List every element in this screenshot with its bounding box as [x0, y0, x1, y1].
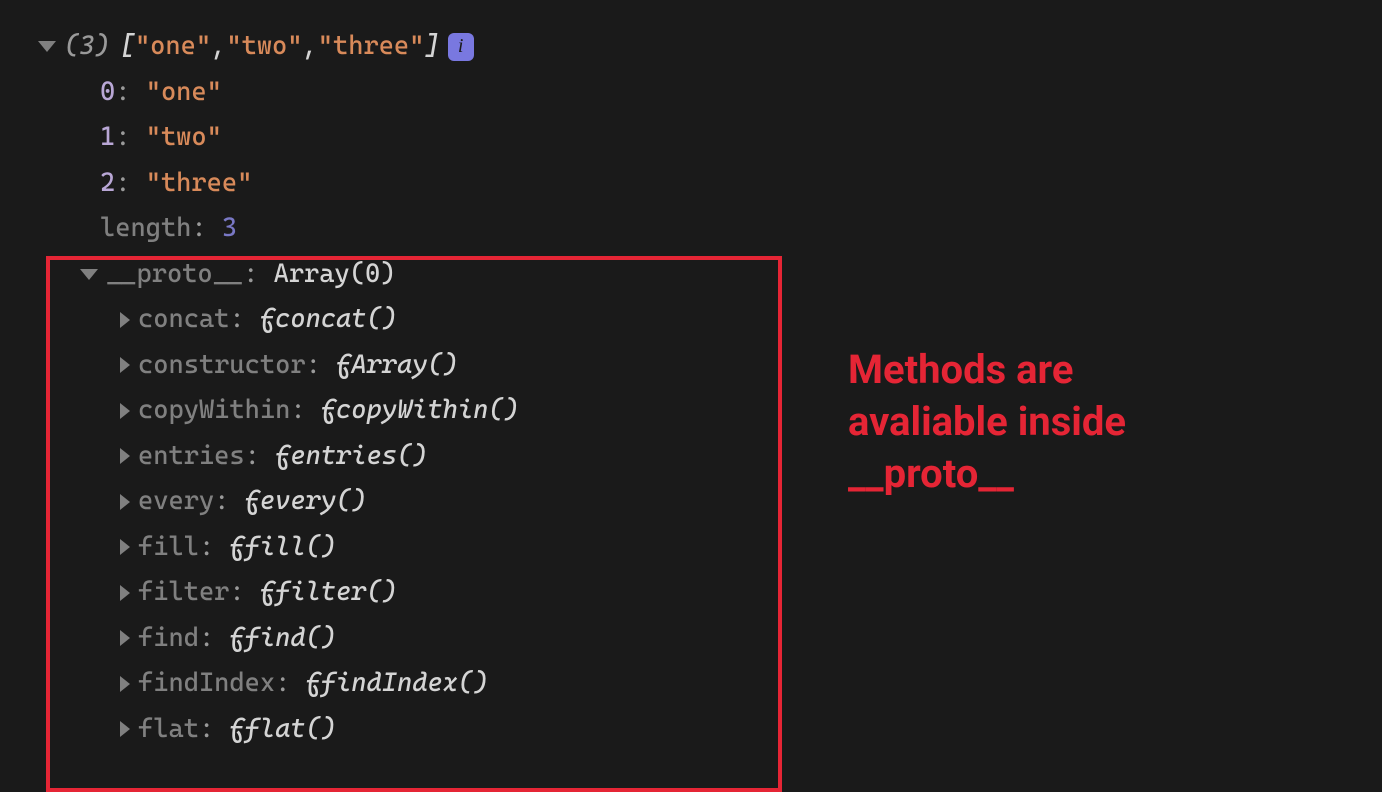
colon: : [275, 661, 305, 707]
function-icon: ƒ [336, 343, 351, 389]
info-icon[interactable]: i [448, 33, 474, 61]
array-entry-1[interactable]: 1 : "two" [0, 115, 1382, 161]
proto-method-every[interactable]: every: ƒ every() [0, 479, 1382, 525]
annotation-line-1: Methods are [848, 344, 1126, 396]
colon: : [306, 343, 336, 389]
function-icon: ƒ [229, 707, 244, 753]
chevron-right-icon[interactable] [120, 494, 130, 510]
annotation-text: Methods are avaliable inside __proto__ [848, 344, 1126, 500]
method-fn: fill() [245, 525, 336, 571]
proto-method-copyWithin[interactable]: copyWithin: ƒ copyWithin() [0, 388, 1382, 434]
method-name: concat [138, 297, 229, 343]
function-icon: ƒ [260, 570, 275, 616]
chevron-right-icon[interactable] [120, 312, 130, 328]
function-icon: ƒ [275, 434, 290, 480]
method-fn: filter() [275, 570, 397, 616]
length-label: length [100, 206, 191, 252]
method-fn: every() [260, 479, 367, 525]
method-name: every [138, 479, 214, 525]
info-glyph: i [458, 29, 464, 64]
proto-method-concat[interactable]: concat: ƒ concat() [0, 297, 1382, 343]
chevron-right-icon[interactable] [120, 721, 130, 737]
chevron-right-icon[interactable] [120, 676, 130, 692]
method-name: flat [138, 707, 199, 753]
entry-value: "three" [146, 161, 253, 207]
colon: : [229, 297, 259, 343]
proto-method-entries[interactable]: entries: ƒ entries() [0, 434, 1382, 480]
proto-method-filter[interactable]: filter: ƒ filter() [0, 570, 1382, 616]
chevron-down-icon[interactable] [38, 41, 56, 52]
chevron-right-icon[interactable] [120, 630, 130, 646]
function-icon: ƒ [306, 661, 321, 707]
annotation-line-3: __proto__ [848, 448, 1126, 500]
array-entry-2[interactable]: 2 : "three" [0, 161, 1382, 207]
chevron-right-icon[interactable] [120, 539, 130, 555]
function-icon: ƒ [260, 297, 275, 343]
entry-index: 1 [100, 115, 115, 161]
method-fn: entries() [290, 434, 427, 480]
method-fn: concat() [275, 297, 397, 343]
entry-value: "two" [146, 115, 222, 161]
method-name: fill [138, 525, 199, 571]
function-icon: ƒ [229, 525, 244, 571]
summary-item-0: "one" [135, 24, 211, 70]
proto-method-fill[interactable]: fill: ƒ fill() [0, 525, 1382, 571]
length-value: 3 [222, 206, 237, 252]
chevron-right-icon[interactable] [120, 448, 130, 464]
colon: : [290, 388, 320, 434]
proto-method-flat[interactable]: flat: ƒ flat() [0, 707, 1382, 753]
array-entry-0[interactable]: 0 : "one" [0, 70, 1382, 116]
method-fn: flat() [245, 707, 336, 753]
summary-item-1: "two" [226, 24, 302, 70]
chevron-down-icon[interactable] [80, 269, 98, 280]
array-summary-row[interactable]: (3) [ "one" , "two" , "three" ] i [0, 24, 1382, 70]
entry-index: 2 [100, 161, 115, 207]
proto-method-find[interactable]: find: ƒ find() [0, 616, 1382, 662]
array-count: (3) [64, 24, 110, 70]
annotation-line-2: avaliable inside [848, 396, 1126, 448]
proto-value: Array(0) [274, 252, 396, 298]
colon: : [245, 434, 275, 480]
sep: , [303, 24, 318, 70]
method-name: constructor [138, 343, 306, 389]
colon: : [214, 479, 244, 525]
proto-row[interactable]: __proto__ : Array(0) [0, 252, 1382, 298]
method-name: entries [138, 434, 245, 480]
method-fn: find() [245, 616, 336, 662]
method-fn: findIndex() [321, 661, 489, 707]
colon: : [199, 707, 229, 753]
method-fn: copyWithin() [336, 388, 519, 434]
proto-method-constructor[interactable]: constructor: ƒ Array() [0, 343, 1382, 389]
colon: : [199, 616, 229, 662]
chevron-right-icon[interactable] [120, 585, 130, 601]
open-bracket: [ [120, 24, 135, 70]
function-icon: ƒ [229, 616, 244, 662]
colon: : [229, 570, 259, 616]
method-name: filter [138, 570, 229, 616]
method-name: find [138, 616, 199, 662]
length-row[interactable]: length : 3 [0, 206, 1382, 252]
sep: , [211, 24, 226, 70]
entry-index: 0 [100, 70, 115, 116]
close-bracket: ] [424, 24, 439, 70]
function-icon: ƒ [245, 479, 260, 525]
summary-item-2: "three" [318, 24, 425, 70]
proto-method-findIndex[interactable]: findIndex: ƒ findIndex() [0, 661, 1382, 707]
method-name: copyWithin [138, 388, 290, 434]
chevron-right-icon[interactable] [120, 357, 130, 373]
method-name: findIndex [138, 661, 275, 707]
chevron-right-icon[interactable] [120, 403, 130, 419]
function-icon: ƒ [321, 388, 336, 434]
proto-label: __proto__ [106, 252, 243, 298]
entry-value: "one" [146, 70, 222, 116]
method-fn: Array() [351, 343, 458, 389]
colon: : [199, 525, 229, 571]
